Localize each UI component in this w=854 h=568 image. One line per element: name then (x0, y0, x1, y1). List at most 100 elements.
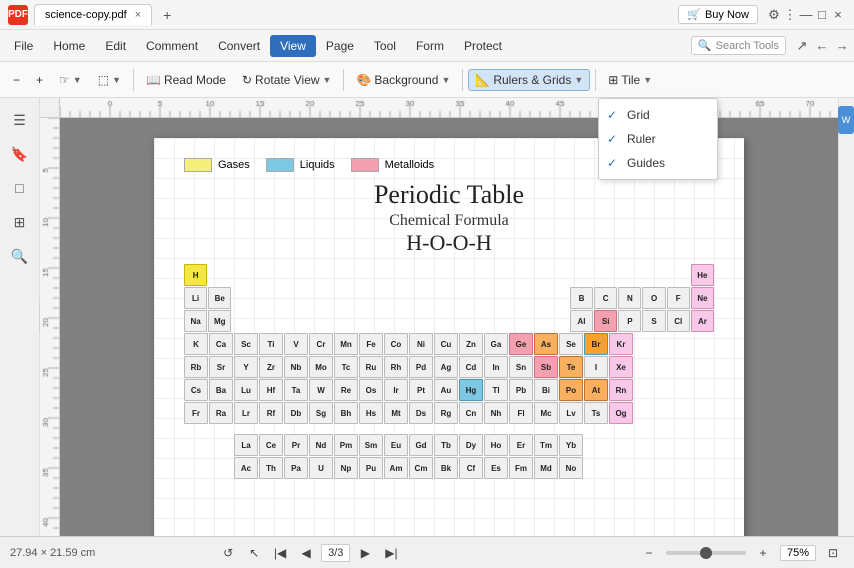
element-Si: Si (594, 310, 617, 332)
element-Pb: Pb (509, 379, 533, 401)
menu-edit[interactable]: Edit (95, 35, 136, 57)
zoom-percentage[interactable]: 75% (780, 545, 816, 561)
right-sidebar-icon[interactable]: W (838, 106, 854, 134)
element-Fm: Fm (509, 457, 533, 479)
element-Be: Be (208, 287, 231, 309)
background-icon: 🎨 (356, 73, 371, 87)
element-W: W (309, 379, 333, 401)
fit-page-button[interactable]: ⊡ (822, 542, 844, 564)
menu-form[interactable]: Form (406, 35, 454, 57)
zoom-out-button[interactable]: − (6, 69, 27, 91)
zoom-in-button[interactable]: + (29, 69, 50, 91)
menu-tool[interactable]: Tool (364, 35, 406, 57)
element-V: V (284, 333, 308, 355)
legend-liquid-label: Liquids (300, 159, 335, 171)
zoom-out-status-button[interactable]: − (638, 542, 660, 564)
element-Tc: Tc (334, 356, 358, 378)
back-icon[interactable]: ← (814, 38, 830, 54)
zoom-slider-thumb[interactable] (700, 547, 712, 559)
select-tool-button[interactable]: ⬚ ▼ (91, 69, 128, 91)
maximize-button[interactable]: □ (814, 7, 830, 23)
dropdown-item-ruler[interactable]: ✓ Ruler (599, 127, 717, 151)
element-Er: Er (509, 434, 533, 456)
menu-comment[interactable]: Comment (136, 35, 208, 57)
close-tab-button[interactable]: × (135, 9, 141, 21)
last-page-button[interactable]: ▶| (380, 542, 402, 564)
rotate-icon: ↻ (242, 73, 252, 87)
cursor-icon: ⬚ (98, 73, 109, 87)
background-label: Background (374, 73, 438, 87)
element-Br: Br (584, 333, 608, 355)
menu-file[interactable]: File (4, 35, 43, 57)
element-Ne: Ne (691, 287, 714, 309)
dropdown-item-guides[interactable]: ✓ Guides (599, 151, 717, 175)
rotate-left-button[interactable]: ↺ (217, 542, 239, 564)
element-O: O (642, 287, 665, 309)
rulers-grids-dropdown-panel: ✓ Grid ✓ Ruler ✓ Guides (598, 98, 718, 180)
statusbar: 27.94 × 21.59 cm ↺ ↖ |◀ ◀ 3/3 ▶ ▶| − + 7… (0, 536, 854, 568)
menu-protect[interactable]: Protect (454, 35, 512, 57)
element-Xe: Xe (609, 356, 633, 378)
element-Lv: Lv (559, 402, 583, 424)
settings-icon[interactable]: ⚙ (766, 7, 782, 23)
element-Ar: Ar (691, 310, 714, 332)
more-options-icon[interactable]: ⋮ (782, 7, 798, 23)
element-Fl: Fl (509, 402, 533, 424)
element-Hg: Hg (459, 379, 483, 401)
element-Ga: Ga (484, 333, 508, 355)
element-Pr: Pr (284, 434, 308, 456)
element-Am: Am (384, 457, 408, 479)
sidebar-icon-menu[interactable]: ☰ (6, 106, 34, 134)
element-Th: Th (259, 457, 283, 479)
tab-science-copy[interactable]: science-copy.pdf × (34, 4, 152, 25)
search-tools-box[interactable]: 🔍 Search Tools (691, 36, 786, 55)
element-Sm: Sm (359, 434, 383, 456)
external-link-icon[interactable]: ↗ (794, 38, 810, 54)
rulers-dropdown: ▼ (574, 75, 583, 85)
element-Lr: Lr (234, 402, 258, 424)
menu-page[interactable]: Page (316, 35, 364, 57)
prev-page-button[interactable]: ◀ (295, 542, 317, 564)
next-page-button[interactable]: ▶ (354, 542, 376, 564)
rulers-grids-button[interactable]: 📐 Rulers & Grids ▼ (468, 69, 590, 91)
first-page-button[interactable]: |◀ (269, 542, 291, 564)
legend-metalloid-label: Metalloids (385, 159, 435, 171)
read-mode-button[interactable]: 📖 Read Mode (139, 69, 233, 91)
buy-now-button[interactable]: 🛒 Buy Now (678, 5, 758, 24)
element-Ce: Ce (259, 434, 283, 456)
ptable-row-4: K Ca Sc Ti V Cr Mn Fe Co Ni Cu Zn Ga Ge (184, 333, 714, 355)
element-Nh: Nh (484, 402, 508, 424)
background-button[interactable]: 🎨 Background ▼ (349, 69, 457, 91)
zoom-in-status-button[interactable]: + (752, 542, 774, 564)
element-Au: Au (434, 379, 458, 401)
sidebar-icon-bookmark[interactable]: 🔖 (6, 140, 34, 168)
cursor-mode-button[interactable]: ↖ (243, 542, 265, 564)
sidebar-icon-pages[interactable]: □ (6, 174, 34, 202)
tile-button[interactable]: ⊞ Tile ▼ (601, 69, 659, 91)
element-Co: Co (384, 333, 408, 355)
content-area: Gases Liquids Metalloids Periodic Table … (40, 98, 838, 536)
read-mode-label: Read Mode (164, 73, 226, 87)
page-indicator[interactable]: 3/3 (321, 544, 350, 562)
element-Ba: Ba (209, 379, 233, 401)
element-Dy: Dy (459, 434, 483, 456)
menu-convert[interactable]: Convert (208, 35, 270, 57)
pdf-container[interactable]: Gases Liquids Metalloids Periodic Table … (60, 118, 838, 536)
element-Mo: Mo (309, 356, 333, 378)
minimize-button[interactable]: — (798, 7, 814, 23)
dropdown-item-grid[interactable]: ✓ Grid (599, 103, 717, 127)
new-tab-button[interactable]: + (156, 4, 178, 26)
menu-home[interactable]: Home (43, 35, 95, 57)
sidebar-icon-search[interactable]: 🔍 (6, 242, 34, 270)
sidebar-icon-layers[interactable]: ⊞ (6, 208, 34, 236)
tile-label: Tile (621, 73, 640, 87)
rotate-view-button[interactable]: ↻ Rotate View ▼ (235, 69, 338, 91)
element-Zn: Zn (459, 333, 483, 355)
menu-view[interactable]: View (270, 35, 316, 57)
element-Kr: Kr (609, 333, 633, 355)
hand-tool-button[interactable]: ☞ ▼ (52, 69, 89, 91)
legend-metalloid-box (351, 158, 379, 172)
forward-icon[interactable]: → (834, 38, 850, 54)
close-window-button[interactable]: × (830, 7, 846, 23)
zoom-slider[interactable] (666, 551, 746, 555)
